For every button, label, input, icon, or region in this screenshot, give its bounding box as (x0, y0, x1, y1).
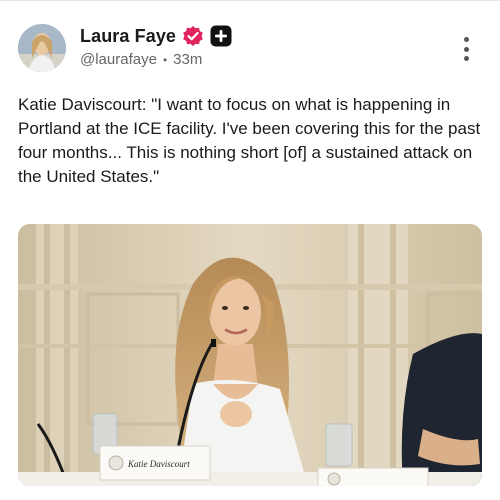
post-text: Katie Daviscourt: "I want to focus on wh… (18, 95, 481, 186)
verified-badge-icon (182, 25, 204, 47)
display-name[interactable]: Laura Faye (80, 26, 176, 47)
post-image[interactable]: Katie Daviscourt (18, 224, 482, 486)
post-card: Laura Faye @laurafaye • 33m Katie Davisc… (0, 0, 500, 500)
nameplate-label: Katie Daviscourt (127, 459, 190, 469)
plus-badge-icon (210, 25, 232, 47)
meta-separator: • (162, 52, 168, 67)
post-meta: @laurafaye • 33m (80, 51, 202, 68)
more-vertical-icon[interactable] (459, 37, 473, 61)
author-row: Laura Faye (80, 25, 232, 47)
avatar[interactable] (18, 24, 66, 72)
timestamp[interactable]: 33m (173, 51, 202, 68)
handle[interactable]: @laurafaye (80, 51, 157, 68)
